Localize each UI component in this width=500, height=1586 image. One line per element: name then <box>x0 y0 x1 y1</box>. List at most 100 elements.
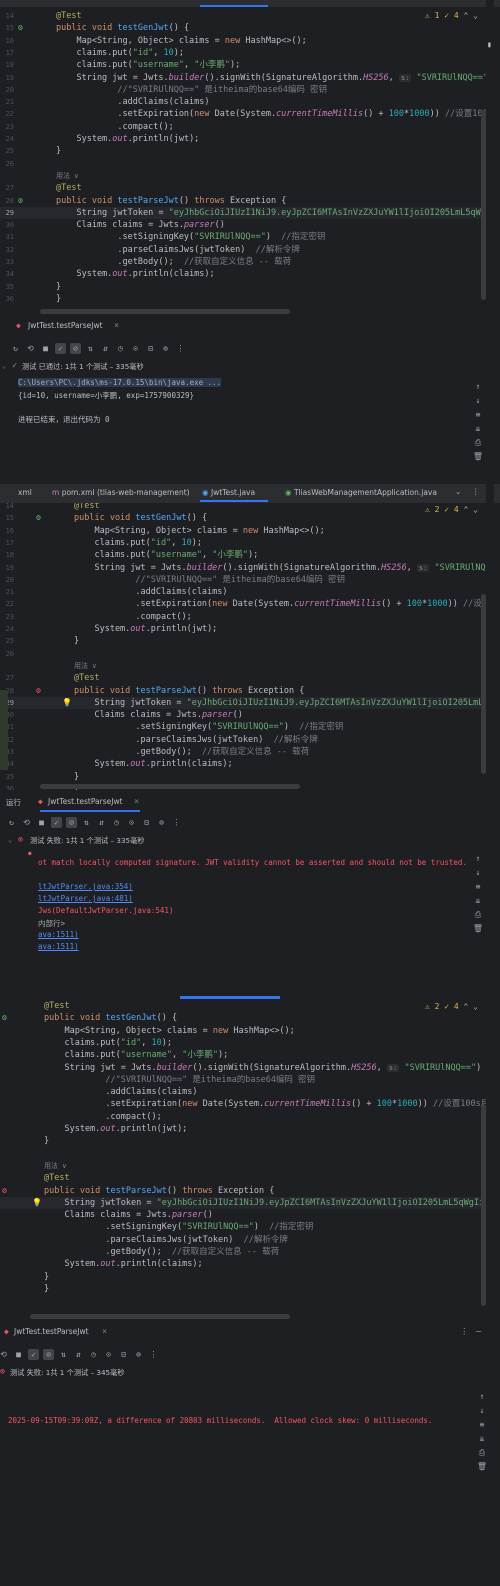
stop-icon[interactable]: ■ <box>36 817 47 828</box>
rerun-failed-icon[interactable]: ⟲ <box>21 817 32 828</box>
console-output[interactable]: 2025-09-15T09:39:09Z, a difference of 20… <box>0 1414 500 1574</box>
code-line[interactable]: 17 claims.put("id", 10); <box>0 537 486 549</box>
code-line[interactable]: public void testGenJwt() { <box>0 1012 486 1024</box>
code-line[interactable]: 16 Map<String, Object> claims = new Hash… <box>0 35 486 47</box>
code-editor[interactable]: ⚠ 1 ✓ 4 ⌃ ⌄ 14 @Test 15 public void testGen… <box>0 7 486 313</box>
settings-icon[interactable]: ⊚ <box>156 817 167 828</box>
run-test-icon[interactable]: ⚙ <box>18 22 23 34</box>
code-line[interactable]: 15 public void testGenJwt() { <box>0 512 486 524</box>
show-passed-icon[interactable]: ✓ <box>28 1349 39 1360</box>
code-line[interactable]: } <box>0 1135 486 1147</box>
rerun-failed-icon[interactable]: ⟲ <box>25 343 36 354</box>
editor-horizontal-scrollbar[interactable] <box>40 309 290 314</box>
soft-wrap-icon[interactable]: ≡ <box>476 1420 488 1434</box>
more-icon[interactable]: ⋮ <box>175 343 186 354</box>
export-icon[interactable]: ⊟ <box>141 817 152 828</box>
chevron-down-icon[interactable]: ⌄ <box>2 362 6 370</box>
stop-icon[interactable]: ■ <box>40 343 51 354</box>
more-icon[interactable]: ⋮ <box>148 1349 159 1360</box>
sort-icon[interactable]: ⇅ <box>85 343 96 354</box>
code-line[interactable]: 34 System.out.println(claims); <box>0 758 486 770</box>
show-ignored-icon[interactable]: ⊘ <box>66 817 77 828</box>
arrow-up-icon[interactable]: ↑ <box>472 382 484 396</box>
scroll-end-icon[interactable]: ⇊ <box>476 1434 488 1448</box>
stacktrace-link[interactable]: ltJwtParser.java:354) <box>38 882 133 891</box>
code-line[interactable]: 25} <box>0 635 486 647</box>
code-line[interactable]: 20 //"SVRIRUlNQQ==" 是itheima的base64编码 密钥 <box>0 84 486 96</box>
code-line[interactable]: 21 .addClaims(claims) <box>0 586 486 598</box>
run-tab-label[interactable]: JwtTest.testParseJwt <box>14 1327 89 1336</box>
show-ignored-icon[interactable]: ⊘ <box>70 343 81 354</box>
tab-application[interactable]: ◉ TliasWebManagementApplication.java <box>285 488 437 497</box>
code-line[interactable]: 用法 ∨ <box>0 170 486 182</box>
export-icon[interactable]: ⊟ <box>145 343 156 354</box>
history-icon[interactable]: ◷ <box>88 1349 99 1360</box>
settings-icon[interactable]: ⊚ <box>160 343 171 354</box>
code-editor[interactable]: ⚠ 2 ✓ 4 ⌃ ⌄ 14 @Test 15 public void testGen… <box>0 503 486 790</box>
code-line[interactable]: 22 .setExpiration(new Date(System.curren… <box>0 108 486 120</box>
import-icon[interactable]: ⊙ <box>126 817 137 828</box>
import-icon[interactable]: ⊙ <box>103 1349 114 1360</box>
code-line[interactable]: 35} <box>0 281 486 293</box>
run-test-icon[interactable]: ⚙ <box>18 195 23 207</box>
arrow-down-icon[interactable]: ↓ <box>472 868 484 882</box>
print-icon[interactable]: ⎙ <box>472 438 484 452</box>
show-passed-icon[interactable]: ✓ <box>51 817 62 828</box>
bulb-icon[interactable]: 💡 <box>32 1197 42 1209</box>
sort-duration-icon[interactable]: ⇵ <box>73 1349 84 1360</box>
code-line[interactable]: 14 @Test <box>0 503 486 512</box>
run-tab-label[interactable]: JwtTest.testParseJwt <box>48 797 123 806</box>
run-test-icon[interactable]: ⚙ <box>2 1012 7 1024</box>
trash-icon[interactable]: 🗑 <box>472 924 484 938</box>
soft-wrap-icon[interactable]: ≡ <box>472 882 484 896</box>
code-line[interactable]: 32 .parseClaimsJws(jwtToken) //解析令牌 <box>0 244 486 256</box>
code-line[interactable]: 20 //"SVRIRUlNQQ==" 是itheima的base64编码 密钥 <box>0 574 486 586</box>
code-line[interactable]: @Test <box>0 1000 486 1012</box>
code-line[interactable]: } <box>0 1283 486 1295</box>
more-icon[interactable]: ⋮ <box>472 487 480 496</box>
code-line[interactable]: //"SVRIRUlNQQ==" 是itheima的base64编码 密钥 <box>0 1074 486 1086</box>
arrow-down-icon[interactable]: ↓ <box>472 396 484 410</box>
chevron-down-icon[interactable]: ⌄ <box>455 487 461 496</box>
code-line[interactable]: @Test <box>0 1172 486 1184</box>
arrow-up-icon[interactable]: ↑ <box>472 854 484 868</box>
code-line[interactable]: 30 Claims claims = Jwts.parser() <box>0 709 486 721</box>
code-line[interactable]: 17 claims.put("id", 10); <box>0 47 486 59</box>
code-line[interactable]: 24 System.out.println(jwt); <box>0 623 486 635</box>
more-icon[interactable]: ⋮ <box>460 1327 469 1337</box>
code-line[interactable]: String jwt = Jwts.builder().signWith(Sig… <box>0 1062 486 1074</box>
code-line[interactable]: 26 <box>0 158 486 170</box>
code-line[interactable]: 32 .parseClaimsJws(jwtToken) //解析令牌 <box>0 734 486 746</box>
more-icon[interactable]: ⋮ <box>171 817 182 828</box>
code-line[interactable]: 21 .addClaims(claims) <box>0 96 486 108</box>
code-line[interactable]: 22 .setExpiration(new Date(System.curren… <box>0 598 486 610</box>
code-line[interactable]: 35} <box>0 771 486 783</box>
code-line[interactable]: 30 Claims claims = Jwts.parser() <box>0 219 486 231</box>
settings-icon[interactable]: ⊚ <box>133 1349 144 1360</box>
code-line[interactable]: System.out.println(claims); <box>0 1258 486 1270</box>
code-line[interactable]: .setSigningKey("SVRIRUlNQQ==") //指定密钥 <box>0 1221 486 1233</box>
arrow-up-icon[interactable]: ↑ <box>476 1392 488 1406</box>
code-line[interactable]: 14 @Test <box>0 10 486 22</box>
scroll-end-icon[interactable]: ⇊ <box>472 896 484 910</box>
sort-duration-icon[interactable]: ⇵ <box>96 817 107 828</box>
code-line[interactable]: 24 System.out.println(jwt); <box>0 133 486 145</box>
code-editor[interactable]: ⚠ 2 ✓ 4 ⌃ ⌄ @Test public void testGenJwt(… <box>0 1000 486 1316</box>
code-line[interactable]: 29 String jwtToken = "eyJhbGciOiJIUzI1Ni… <box>0 206 486 220</box>
trash-icon[interactable]: 🗑 <box>476 1462 488 1476</box>
history-icon[interactable]: ◷ <box>111 817 122 828</box>
print-icon[interactable]: ⎙ <box>476 1448 488 1462</box>
code-line[interactable]: .getBody(); //获取自定义信息 -- 载荷 <box>0 1246 486 1258</box>
code-line[interactable]: Claims claims = Jwts.parser() <box>0 1209 486 1221</box>
chevron-down-icon[interactable]: ⌄ <box>8 836 12 844</box>
run-tab-label[interactable]: JwtTest.testParseJwt <box>28 321 103 330</box>
code-line[interactable]: 用法 ∨ <box>0 660 486 672</box>
arrow-down-icon[interactable]: ↓ <box>476 1406 488 1420</box>
show-ignored-icon[interactable]: ⊘ <box>43 1349 54 1360</box>
trash-icon[interactable]: 🗑 <box>472 452 484 466</box>
print-icon[interactable]: ⎙ <box>472 910 484 924</box>
code-line[interactable]: 27 @Test <box>0 672 486 684</box>
code-line[interactable] <box>0 1148 486 1160</box>
rerun-icon[interactable]: ↻ <box>6 817 17 828</box>
console-output[interactable]: C:\Users\PC\.jdks\ms-17.0.15\bin\java.ex… <box>0 376 500 484</box>
